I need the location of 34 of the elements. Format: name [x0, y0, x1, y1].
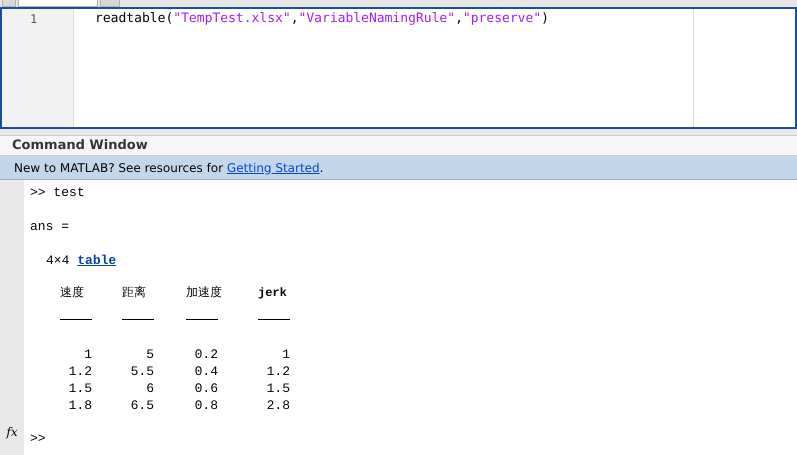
line-number: 1	[30, 12, 38, 26]
code-line: readtable("TempTest.xlsx","VariableNamingRule","preserve")	[95, 11, 549, 26]
table-cell-text: 1	[83, 346, 92, 363]
editor-tab[interactable]	[18, 0, 98, 7]
table-cell-text: 1.2	[68, 363, 92, 380]
table-cell-text: 1.2	[266, 363, 290, 380]
table-cell-text: 5	[145, 346, 154, 363]
table-cell-text: 0.2	[194, 346, 218, 363]
size-text: 4×4	[46, 253, 70, 268]
table-cell-text: 1.5	[266, 380, 290, 397]
column-header: 距离	[122, 285, 147, 302]
table-cell-text: 1.8	[68, 397, 92, 414]
command-prompt[interactable]: >>	[30, 431, 46, 446]
table-cell-text: 0.4	[194, 363, 218, 380]
getting-started-link[interactable]: Getting Started	[226, 160, 320, 174]
function-icon[interactable]: fx	[6, 425, 18, 439]
table-cell-text: 1.5	[68, 380, 92, 397]
column-header: 速度	[60, 285, 85, 302]
column-header: jerk	[258, 285, 288, 302]
table-cell-text: 6.5	[130, 397, 154, 414]
table-cell-text: 0.6	[194, 380, 218, 397]
table-cell-text: 6	[145, 380, 154, 397]
panel-title: Command Window	[12, 138, 148, 153]
editor-tab[interactable]	[2, 0, 16, 7]
table-cell-text: 5.5	[130, 363, 154, 380]
table-link[interactable]: table	[77, 253, 116, 268]
banner-text: New to MATLAB? See resources for Getting Started.	[14, 160, 324, 174]
command-line: >> test	[30, 185, 85, 200]
output-text: ans =	[30, 219, 70, 234]
editor-tab[interactable]	[100, 0, 120, 7]
table-cell-text: 2.8	[266, 397, 290, 414]
table-cell-text: 1	[281, 346, 290, 363]
column-header: 加速度	[186, 285, 223, 302]
table-cell-text: 0.8	[194, 397, 218, 414]
